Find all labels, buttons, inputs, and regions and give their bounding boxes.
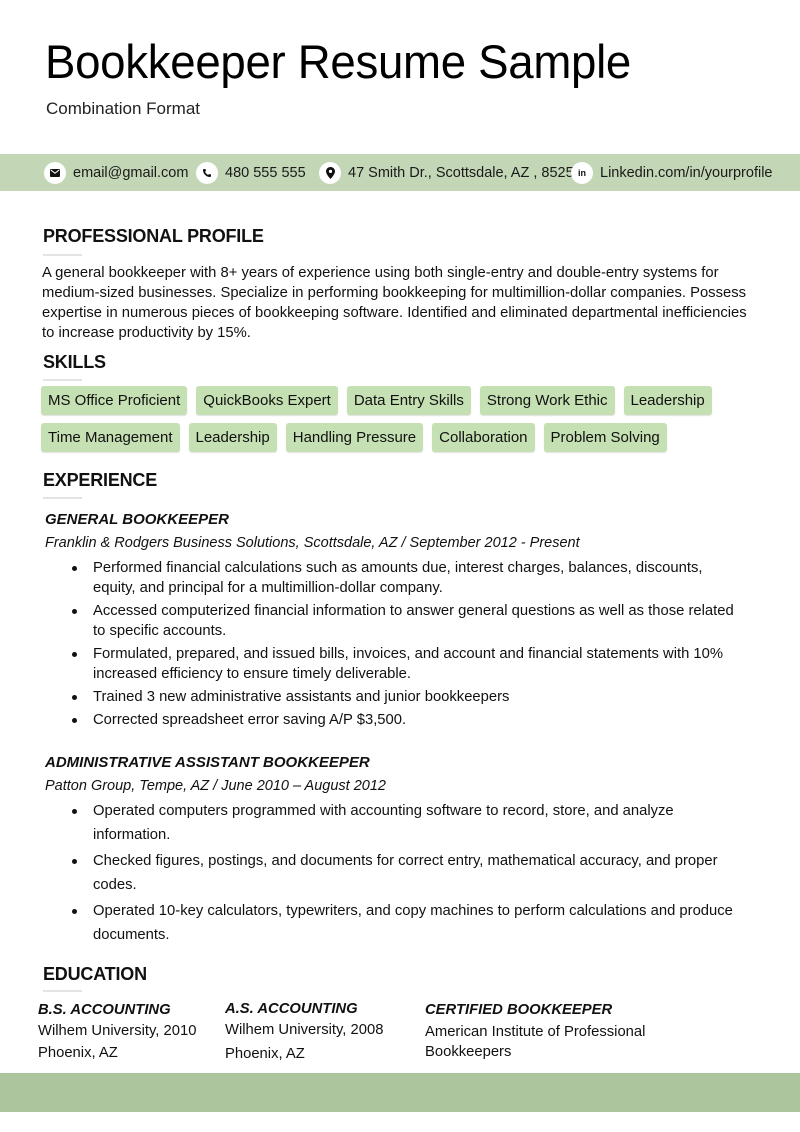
resume-subtitle: Combination Format bbox=[46, 99, 201, 118]
education-degree: CERTIFIED BOOKKEEPER bbox=[425, 1002, 613, 1018]
education-degree: A.S. ACCOUNTING bbox=[225, 1001, 358, 1017]
location-pin-icon bbox=[319, 161, 341, 184]
contact-email[interactable]: email@gmail.com bbox=[44, 154, 188, 191]
job-title: GENERAL BOOKKEEPER bbox=[45, 511, 229, 528]
contact-bar: email@gmail.com 480 555 555 47 Smith Dr.… bbox=[0, 154, 800, 191]
education-degree: B.S. ACCOUNTING bbox=[38, 1002, 171, 1018]
education-item: CERTIFIED BOOKKEEPER American Institute … bbox=[425, 1002, 675, 1062]
education-school: Wilhem University, 2010 bbox=[38, 1023, 197, 1039]
profile-divider bbox=[43, 254, 82, 256]
bullet-item: Accessed computerized financial informat… bbox=[70, 601, 740, 641]
profile-summary: A general bookkeeper with 8+ years of ex… bbox=[42, 265, 747, 341]
skills-heading: SKILLS bbox=[43, 352, 106, 372]
bullet-item: Checked figures, postings, and documents… bbox=[70, 849, 740, 897]
job-bullets: Operated computers programmed with accou… bbox=[70, 799, 740, 949]
contact-linkedin[interactable]: in Linkedin.com/in/yourprofile bbox=[571, 154, 772, 191]
contact-address-text[interactable]: 47 Smith Dr., Scottsdale, AZ , 85251 bbox=[348, 165, 582, 181]
education-institution: American Institute of Professional Bookk… bbox=[425, 1024, 646, 1060]
contact-phone[interactable]: 480 555 555 bbox=[196, 154, 306, 191]
skill-badge: Collaboration bbox=[432, 423, 535, 452]
envelope-icon bbox=[44, 161, 66, 184]
linkedin-icon: in bbox=[571, 161, 593, 184]
profile-heading: PROFESSIONAL PROFILE bbox=[43, 226, 264, 246]
experience-divider bbox=[43, 497, 82, 499]
skill-badge: Leadership bbox=[623, 386, 712, 415]
skill-badge: Data Entry Skills bbox=[346, 386, 471, 415]
bullet-item: Corrected spreadsheet error saving A/P $… bbox=[70, 710, 740, 730]
education-item: B.S. ACCOUNTING Wilhem University, 2010 … bbox=[38, 1002, 223, 1061]
education-heading: EDUCATION bbox=[43, 964, 147, 984]
job-meta: Franklin & Rodgers Business Solutions, S… bbox=[45, 535, 580, 551]
bullet-item: Operated computers programmed with accou… bbox=[70, 799, 740, 847]
phone-icon bbox=[196, 161, 218, 184]
bullet-item: Trained 3 new administrative assistants … bbox=[70, 687, 740, 707]
skill-badge: Problem Solving bbox=[543, 423, 667, 452]
skill-badge: Handling Pressure bbox=[285, 423, 424, 452]
skill-badge: Strong Work Ethic bbox=[479, 386, 615, 415]
job-title: ADMINISTRATIVE ASSISTANT BOOKKEEPER bbox=[45, 754, 370, 771]
education-divider bbox=[43, 990, 82, 992]
job-bullets: Performed financial calculations such as… bbox=[70, 558, 740, 733]
bullet-item: Operated 10-key calculators, typewriters… bbox=[70, 899, 740, 947]
skill-badge: QuickBooks Expert bbox=[196, 386, 338, 415]
experience-heading: EXPERIENCE bbox=[43, 470, 158, 490]
education-school: Wilhem University, 2008 bbox=[225, 1022, 384, 1038]
education-location: Phoenix, AZ bbox=[38, 1045, 118, 1061]
bullet-item: Performed financial calculations such as… bbox=[70, 558, 740, 598]
education-location: Phoenix, AZ bbox=[225, 1046, 305, 1062]
contact-linkedin-text[interactable]: Linkedin.com/in/yourprofile bbox=[600, 165, 772, 181]
skill-badge: Leadership bbox=[188, 423, 277, 452]
skill-badge: Time Management bbox=[41, 423, 180, 452]
footer-bar bbox=[0, 1073, 800, 1112]
contact-address[interactable]: 47 Smith Dr., Scottsdale, AZ , 85251 bbox=[319, 154, 582, 191]
resume-title: Bookkeeper Resume Sample bbox=[45, 35, 632, 88]
education-item: A.S. ACCOUNTING Wilhem University, 2008 … bbox=[225, 1001, 415, 1062]
linkedin-icon-text: in bbox=[578, 167, 586, 178]
contact-phone-text[interactable]: 480 555 555 bbox=[225, 165, 306, 181]
skills-row-1: MS Office Proficient QuickBooks Expert D… bbox=[41, 386, 721, 415]
job-meta: Patton Group, Tempe, AZ / June 2010 – Au… bbox=[45, 778, 386, 794]
skills-divider bbox=[43, 379, 82, 381]
skill-badge: MS Office Proficient bbox=[41, 386, 188, 415]
bullet-item: Formulated, prepared, and issued bills, … bbox=[70, 644, 740, 684]
contact-email-text[interactable]: email@gmail.com bbox=[73, 165, 188, 181]
skills-row-2: Time Management Leadership Handling Pres… bbox=[41, 423, 676, 452]
